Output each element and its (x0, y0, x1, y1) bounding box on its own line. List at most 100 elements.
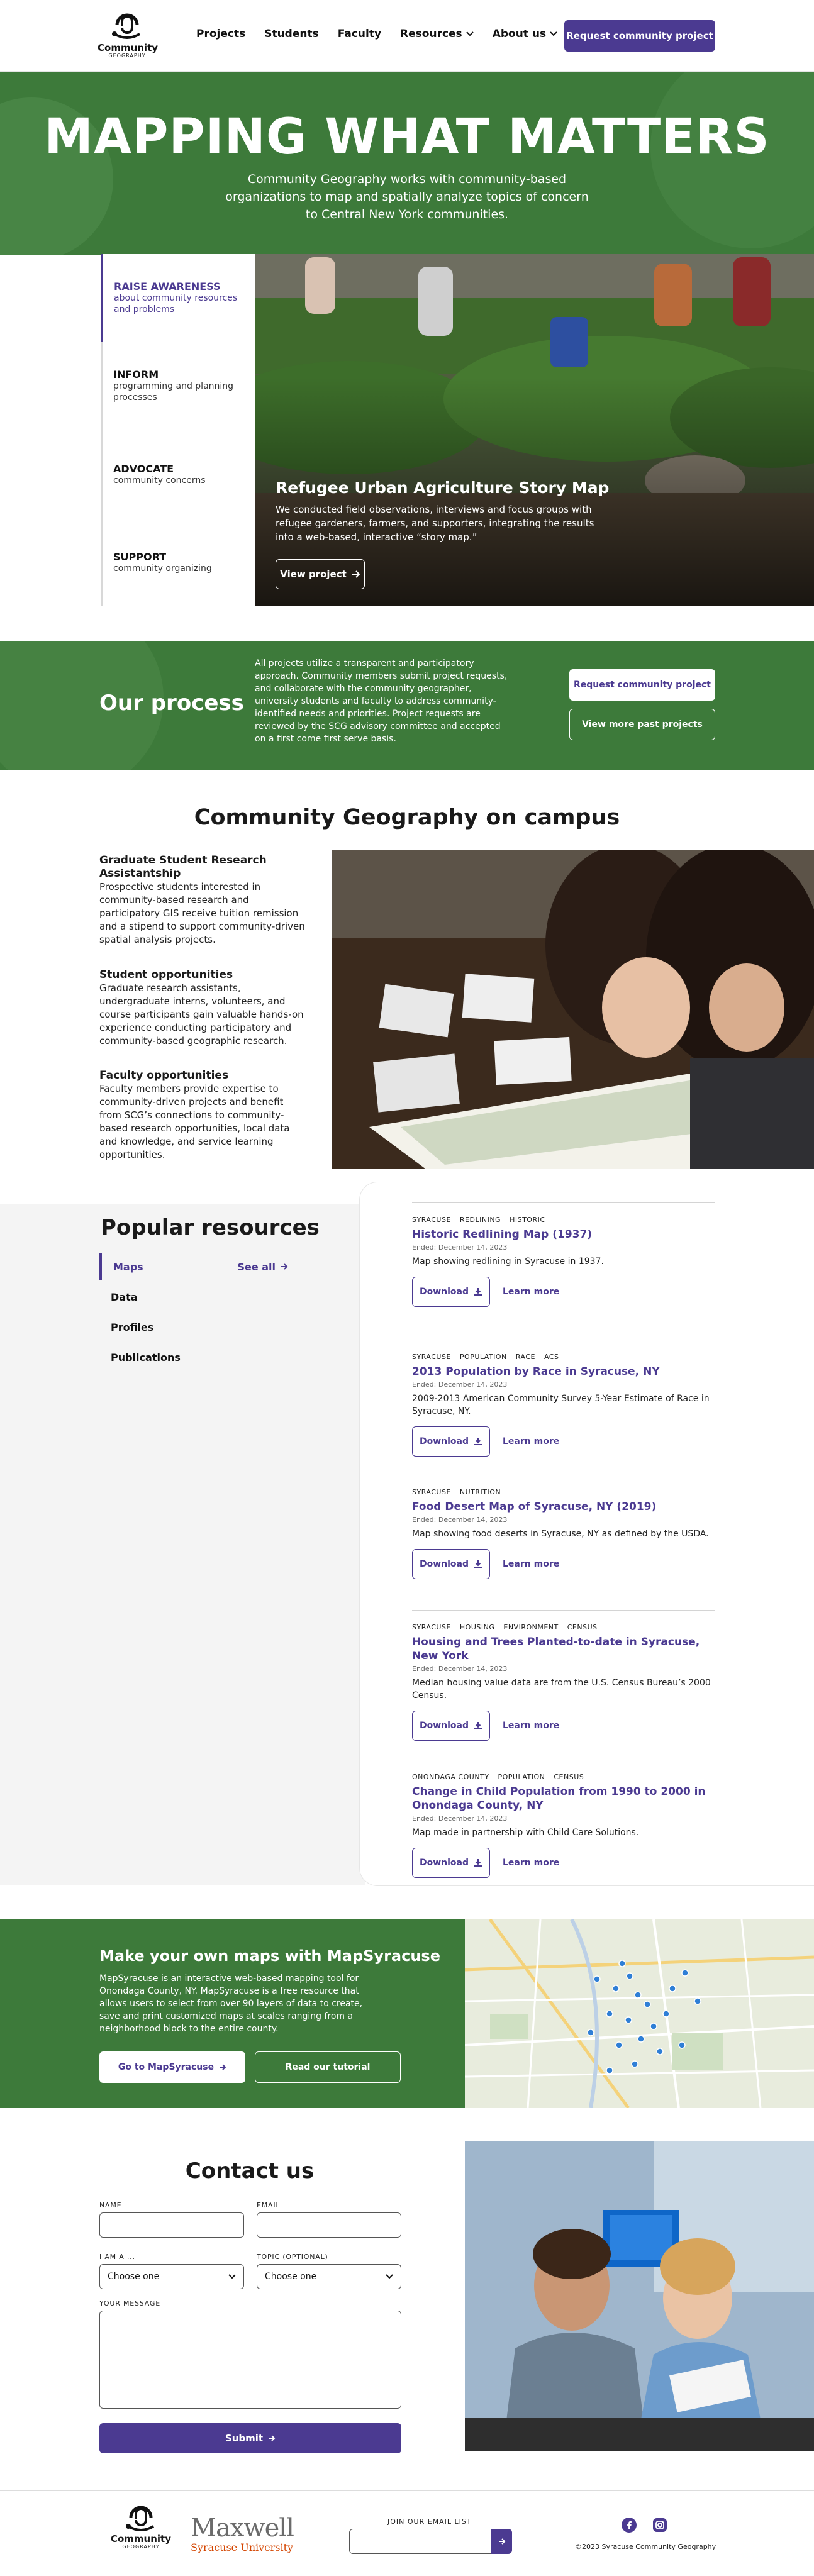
resource-item: ONONDAGA COUNTY POPULATION CENSUS Change in… (412, 1760, 715, 1878)
resource-description: Map made in partnership with Child Care … (412, 1828, 639, 1838)
hero-subtitle: Community Geography works with community… (225, 172, 589, 221)
maxwell-wordmark: Maxwell (191, 2514, 294, 2543)
resource-tags: SYRACUSE HOUSING ENVIRONMENT CENSUS (412, 1623, 715, 1631)
go-to-mapsyracuse-button[interactable]: Go to MapSyracuse (99, 2051, 245, 2083)
download-label: Download (419, 1287, 469, 1297)
resource-tag[interactable]: ENVIRONMENT (503, 1623, 558, 1631)
resource-description: Median housing value data are from the U… (412, 1678, 711, 1701)
resource-tag[interactable]: ONONDAGA COUNTY (412, 1773, 489, 1781)
request-project-button[interactable]: Request community project (569, 669, 715, 701)
arrow-right-icon (269, 2435, 276, 2441)
instagram-icon (653, 2518, 667, 2532)
resource-tag[interactable]: HOUSING (460, 1623, 494, 1631)
email-list-submit-button[interactable] (491, 2529, 512, 2554)
map-marker (694, 1997, 701, 2005)
campus-item: Graduate Student Research Assistantship … (99, 854, 307, 947)
learn-more-link[interactable]: Learn more (503, 1858, 559, 1868)
role-select[interactable]: Choose one (99, 2264, 244, 2289)
resource-title[interactable]: Housing and Trees Planted-to-date in Syr… (412, 1635, 715, 1663)
see-all-label: See all (237, 1260, 276, 1273)
resource-tag[interactable]: RACE (516, 1353, 535, 1361)
map-marker (678, 2041, 686, 2049)
tab-inform[interactable]: INFORM programming and planning processe… (101, 342, 255, 430)
resources-tab-maps[interactable]: Maps See all (99, 1253, 294, 1280)
nav-students[interactable]: Students (264, 28, 319, 40)
request-project-button[interactable]: Request community project (564, 20, 715, 52)
resource-title[interactable]: 2013 Population by Race in Syracuse, NY (412, 1365, 715, 1379)
resource-tag[interactable]: SYRACUSE (412, 1216, 451, 1224)
contact-photo-illustration (465, 2141, 814, 2451)
download-button[interactable]: Download (412, 1549, 490, 1579)
email-label: EMAIL (257, 2201, 281, 2209)
learn-more-link[interactable]: Learn more (503, 1721, 559, 1731)
resource-description: 2009-2013 American Community Survey 5-Ye… (412, 1394, 710, 1416)
resource-title[interactable]: Food Desert Map of Syracuse, NY (2019) (412, 1500, 715, 1514)
view-past-projects-button[interactable]: View more past projects (569, 709, 715, 740)
learn-more-link[interactable]: Learn more (503, 1559, 559, 1569)
resource-tag[interactable]: POPULATION (498, 1773, 545, 1781)
nav-resources[interactable]: Resources (400, 28, 474, 40)
students-map-photo (332, 850, 814, 1169)
message-textarea[interactable] (99, 2311, 401, 2409)
resource-tag[interactable]: ACS (544, 1353, 559, 1361)
featured-project-description: We conducted field observations, intervi… (276, 504, 594, 543)
submit-button[interactable]: Submit (99, 2423, 401, 2453)
mapsyracuse-title: Make your own maps with MapSyracuse (99, 1947, 440, 1965)
topic-label: TOPIC (OPTIONAL) (257, 2253, 328, 2261)
footer-logo[interactable]: Community GEOGRAPHY (109, 2504, 172, 2550)
resource-title[interactable]: Change in Child Population from 1990 to … (412, 1785, 715, 1813)
resource-tag[interactable]: NUTRITION (460, 1488, 501, 1496)
tab-subtitle: community organizing (113, 564, 212, 574)
email-field[interactable] (257, 2212, 401, 2238)
nav-projects[interactable]: Projects (196, 28, 245, 40)
view-project-button[interactable]: View project (276, 559, 365, 589)
resource-tag[interactable]: SYRACUSE (412, 1353, 451, 1361)
download-button[interactable]: Download (412, 1277, 490, 1307)
see-all-link[interactable]: See all (237, 1261, 288, 1273)
resources-tab-profiles[interactable]: Profiles (99, 1313, 294, 1341)
resources-tab-publications[interactable]: Publications (99, 1343, 294, 1371)
logo-word-geography: GEOGRAPHY (108, 53, 146, 58)
resource-date: Ended: December 14, 2023 (412, 1814, 508, 1823)
tab-support[interactable]: SUPPORT community organizing (101, 518, 255, 606)
nav-faculty[interactable]: Faculty (338, 28, 381, 40)
learn-more-link[interactable]: Learn more (503, 1436, 559, 1446)
maxwell-logo[interactable]: Maxwell Syracuse University (191, 2515, 294, 2553)
resource-tag[interactable]: HISTORIC (510, 1216, 545, 1224)
tab-subtitle: community concerns (113, 475, 206, 486)
nav-about[interactable]: About us (493, 28, 557, 40)
resource-tag[interactable]: POPULATION (460, 1353, 507, 1361)
site-footer: Community GEOGRAPHY Maxwell Syracuse Uni… (0, 2490, 814, 2576)
read-tutorial-button[interactable]: Read our tutorial (255, 2051, 401, 2083)
resource-tag[interactable]: REDLINING (460, 1216, 501, 1224)
campus-heading: Community Geography on campus (99, 805, 715, 830)
download-button[interactable]: Download (412, 1426, 490, 1457)
our-process: Our process All projects utilize a trans… (0, 641, 814, 770)
view-project-label: View project (280, 569, 347, 580)
learn-more-link[interactable]: Learn more (503, 1287, 559, 1297)
resources-tab-data[interactable]: Data (99, 1283, 294, 1311)
logo-word-geography: GEOGRAPHY (122, 2544, 160, 2550)
resource-tag[interactable]: CENSUS (554, 1773, 584, 1781)
instagram-link[interactable] (652, 2518, 667, 2533)
download-icon (474, 1722, 482, 1729)
resource-tag[interactable]: CENSUS (567, 1623, 598, 1631)
topic-select[interactable]: Choose one (257, 2264, 401, 2289)
email-list-input[interactable] (349, 2529, 491, 2554)
map-marker (650, 2023, 657, 2030)
site-header: Community GEOGRAPHY Projects Students Fa… (0, 0, 814, 72)
facebook-link[interactable] (622, 2518, 637, 2533)
name-field[interactable] (99, 2212, 244, 2238)
resource-tags: SYRACUSE REDLINING HISTORIC (412, 1216, 715, 1224)
download-button[interactable]: Download (412, 1711, 490, 1741)
resource-tag[interactable]: SYRACUSE (412, 1488, 451, 1496)
contact-photo (465, 2141, 814, 2451)
resource-tag[interactable]: SYRACUSE (412, 1623, 451, 1631)
download-button[interactable]: Download (412, 1848, 490, 1878)
resource-title[interactable]: Historic Redlining Map (1937) (412, 1228, 715, 1241)
map-marker (593, 1975, 601, 1983)
tab-raise-awareness[interactable]: RAISE AWARENESS about community resource… (101, 254, 255, 342)
campus-item-title: Student opportunities (99, 969, 233, 981)
tab-advocate[interactable]: ADVOCATE community concerns (101, 430, 255, 518)
site-logo[interactable]: Community GEOGRAPHY (98, 11, 158, 63)
